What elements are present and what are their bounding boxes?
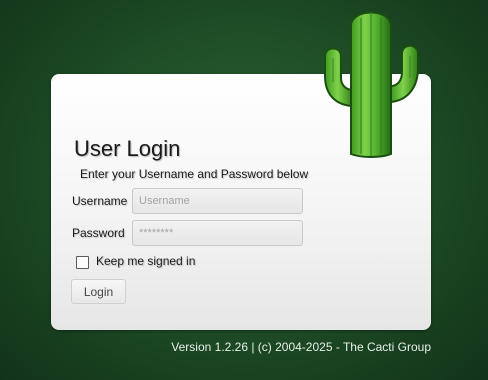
remember-me-checkbox[interactable] bbox=[76, 256, 89, 269]
login-instructions: Enter your Username and Password below bbox=[80, 167, 309, 181]
password-input[interactable] bbox=[132, 220, 303, 246]
page-title: User Login bbox=[74, 136, 181, 161]
username-input[interactable] bbox=[132, 188, 303, 214]
login-button[interactable]: Login bbox=[71, 279, 126, 304]
remember-me-label[interactable]: Keep me signed in bbox=[96, 254, 195, 268]
username-label: Username bbox=[72, 194, 128, 208]
cactus-logo-icon bbox=[324, 11, 419, 158]
version-footer: Version 1.2.26 | (c) 2004-2025 - The Cac… bbox=[171, 340, 431, 354]
password-label: Password bbox=[72, 226, 125, 240]
